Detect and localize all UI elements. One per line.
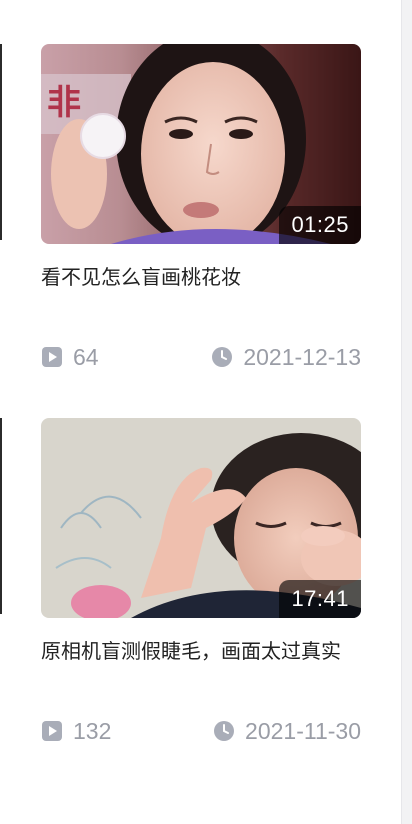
video-list-page: 非 01:25 看不见怎么盲画桃花妆 64 2021-12-13 17:41 原… — [0, 0, 412, 824]
scrollbar-track[interactable] — [401, 0, 412, 824]
publish-date: 2021-12-13 — [211, 344, 361, 371]
play-count-value: 132 — [73, 717, 112, 744]
video-card[interactable]: 非 01:25 看不见怎么盲画桃花妆 64 2021-12-13 — [41, 44, 361, 370]
play-count-icon — [42, 721, 62, 741]
video-title[interactable]: 看不见怎么盲画桃花妆 — [41, 260, 361, 294]
play-count: 132 — [41, 718, 111, 745]
video-duration: 01:25 — [279, 206, 361, 244]
publish-date-value: 2021-11-30 — [245, 717, 361, 744]
neighbor-card-edge — [0, 418, 2, 614]
play-count: 64 — [41, 344, 99, 371]
clock-icon — [214, 721, 235, 741]
video-card[interactable]: 17:41 原相机盲测假睫毛，画面太过真实 132 2021-11-30 — [41, 418, 361, 744]
video-thumbnail[interactable]: 17:41 — [41, 418, 361, 618]
publish-date-value: 2021-12-13 — [243, 343, 361, 370]
svg-text:非: 非 — [47, 83, 81, 123]
video-meta: 132 2021-11-30 — [41, 716, 361, 746]
video-title[interactable]: 原相机盲测假睫毛，画面太过真实 — [41, 634, 361, 668]
video-thumbnail[interactable]: 非 01:25 — [41, 44, 361, 244]
publish-date: 2021-11-30 — [213, 718, 361, 745]
play-count-icon — [42, 347, 62, 367]
clock-icon — [212, 347, 233, 367]
play-count-value: 64 — [73, 343, 99, 370]
video-meta: 64 2021-12-13 — [41, 342, 361, 372]
video-duration: 17:41 — [279, 580, 361, 618]
neighbor-card-edge — [0, 44, 2, 240]
